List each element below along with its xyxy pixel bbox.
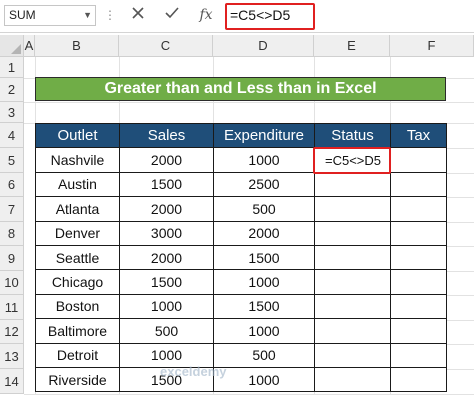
tax-cell[interactable] [390, 366, 447, 393]
tax-cell[interactable] [390, 220, 447, 246]
row-header-3[interactable]: 3 [0, 102, 24, 123]
row-header-4[interactable]: 4 [0, 123, 24, 148]
close-icon[interactable] [127, 4, 149, 26]
row-header-11[interactable]: 11 [0, 295, 24, 320]
column-header-a[interactable]: A [24, 35, 35, 57]
select-all-corner[interactable] [0, 35, 24, 57]
table-row: Detroit 1000 500 [35, 342, 447, 368]
column-header-b[interactable]: B [35, 35, 119, 57]
formula-highlight-box [225, 3, 315, 30]
expenditure-cell[interactable]: 1500 [213, 293, 315, 320]
tax-cell[interactable] [390, 196, 447, 222]
chevron-down-icon[interactable]: ▼ [83, 6, 92, 25]
status-cell[interactable] [314, 293, 391, 320]
column-header-f[interactable]: F [390, 35, 474, 57]
check-icon[interactable] [161, 4, 183, 26]
sales-cell[interactable]: 1500 [119, 269, 214, 295]
expenditure-cell[interactable]: 1000 [213, 147, 315, 173]
outlet-cell[interactable]: Seattle [35, 244, 120, 271]
active-cell-highlight [313, 147, 391, 174]
status-cell[interactable] [314, 220, 391, 246]
status-cell[interactable] [314, 171, 391, 198]
column-header-c[interactable]: C [119, 35, 213, 57]
outlet-cell[interactable]: Denver [35, 220, 120, 246]
header-status[interactable]: Status [314, 122, 391, 149]
table-row: Riverside 1500 1000 [35, 366, 447, 393]
tax-cell[interactable] [390, 147, 447, 173]
sales-cell[interactable]: 3000 [119, 220, 214, 246]
row-header-7[interactable]: 7 [0, 197, 24, 222]
outlet-cell[interactable]: Riverside [35, 366, 120, 393]
sales-cell[interactable]: 1500 [119, 171, 214, 198]
tax-cell[interactable] [390, 318, 447, 344]
sales-cell[interactable]: 1000 [119, 293, 214, 320]
row-header-1[interactable]: 1 [0, 57, 24, 78]
sales-cell[interactable]: 2000 [119, 147, 214, 173]
outlet-cell[interactable]: Baltimore [35, 318, 120, 344]
expenditure-cell[interactable]: 2500 [213, 171, 315, 198]
row-header-2[interactable]: 2 [0, 78, 24, 102]
tax-cell[interactable] [390, 171, 447, 198]
table-row: Atlanta 2000 500 [35, 196, 447, 222]
tax-cell[interactable] [390, 342, 447, 368]
header-sales[interactable]: Sales [119, 122, 214, 149]
outlet-cell[interactable]: Chicago [35, 269, 120, 295]
outlet-cell[interactable]: Boston [35, 293, 120, 320]
fx-icon[interactable]: fx [195, 4, 217, 26]
expenditure-cell[interactable]: 1000 [213, 318, 315, 344]
tax-cell[interactable] [390, 244, 447, 271]
row-header-10[interactable]: 10 [0, 271, 24, 295]
watermark: exceldemy [160, 364, 227, 379]
expenditure-cell[interactable]: 1500 [213, 244, 315, 271]
sales-cell[interactable]: 2000 [119, 196, 214, 222]
table-header-row: Outlet Sales Expenditure Status Tax [35, 122, 447, 149]
header-outlet[interactable]: Outlet [35, 122, 120, 149]
outlet-cell[interactable]: Atlanta [35, 196, 120, 222]
sheet-title[interactable]: Greater than and Less than in Excel [35, 77, 446, 101]
row-header-6[interactable]: 6 [0, 173, 24, 197]
sales-cell[interactable]: 2000 [119, 244, 214, 271]
tax-cell[interactable] [390, 293, 447, 320]
status-cell[interactable] [314, 318, 391, 344]
name-box-value: SUM [9, 8, 36, 22]
row-header-9[interactable]: 9 [0, 246, 24, 271]
expenditure-cell[interactable]: 1000 [213, 366, 315, 393]
row-header-5[interactable]: 5 [0, 148, 24, 173]
status-cell[interactable] [314, 269, 391, 295]
outlet-cell[interactable]: Austin [35, 171, 120, 198]
fx-label: fx [199, 7, 213, 23]
table-row: Denver 3000 2000 [35, 220, 447, 246]
table-row: Boston 1000 1500 [35, 293, 447, 320]
column-header-d[interactable]: D [213, 35, 314, 57]
row-header-12[interactable]: 12 [0, 320, 24, 344]
header-tax[interactable]: Tax [390, 122, 447, 149]
expenditure-cell[interactable]: 500 [213, 196, 315, 222]
status-cell[interactable] [314, 244, 391, 271]
status-cell[interactable] [314, 196, 391, 222]
drag-handle-icon[interactable]: ⋮ [104, 7, 116, 23]
status-cell[interactable] [314, 342, 391, 368]
row-header-8[interactable]: 8 [0, 222, 24, 246]
row-header-13[interactable]: 13 [0, 344, 24, 369]
row-header-14[interactable]: 14 [0, 369, 24, 394]
expenditure-cell[interactable]: 500 [213, 342, 315, 368]
expenditure-cell[interactable]: 1000 [213, 269, 315, 295]
status-cell[interactable] [314, 366, 391, 393]
table-row: Seattle 2000 1500 [35, 244, 447, 271]
column-header-e[interactable]: E [314, 35, 390, 57]
table-row: Austin 1500 2500 [35, 171, 447, 198]
sales-cell[interactable]: 500 [119, 318, 214, 344]
table-row: Chicago 1500 1000 [35, 269, 447, 295]
tax-cell[interactable] [390, 269, 447, 295]
outlet-cell[interactable]: Nashvile [35, 147, 120, 173]
header-expenditure[interactable]: Expenditure [213, 122, 315, 149]
table-row: Baltimore 500 1000 [35, 318, 447, 344]
name-box[interactable]: SUM ▼ [4, 5, 96, 26]
expenditure-cell[interactable]: 2000 [213, 220, 315, 246]
outlet-cell[interactable]: Detroit [35, 342, 120, 368]
